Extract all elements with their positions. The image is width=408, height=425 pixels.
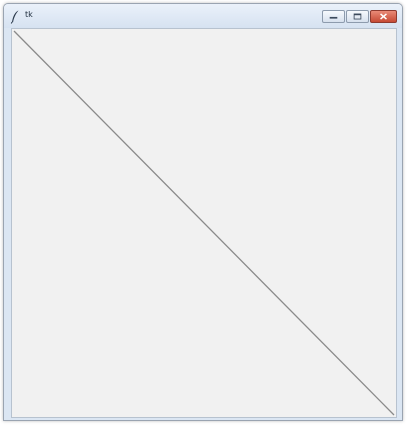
window-controls — [322, 10, 397, 23]
maximize-icon — [353, 13, 362, 20]
close-button[interactable] — [370, 10, 397, 23]
app-window: tk — [3, 3, 403, 421]
close-icon — [380, 13, 387, 20]
canvas[interactable] — [11, 28, 397, 418]
window-title: tk — [25, 10, 33, 19]
diagonal-line — [13, 30, 395, 416]
minimize-button[interactable] — [322, 10, 345, 23]
title-bar[interactable]: tk — [4, 4, 402, 28]
feather-icon — [10, 9, 20, 24]
minimize-icon — [329, 16, 338, 19]
maximize-button[interactable] — [346, 10, 369, 23]
